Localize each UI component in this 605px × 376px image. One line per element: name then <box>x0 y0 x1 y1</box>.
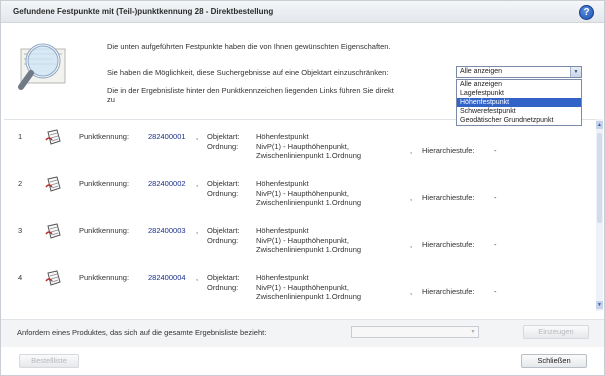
ordnung-label: Ordnung: <box>207 142 239 151</box>
hierarchiestufe-value: - <box>494 287 497 296</box>
separator: , <box>196 132 199 141</box>
punktkennung-link[interactable]: 282400004 <box>148 273 186 282</box>
product-select[interactable]: ▼ <box>351 326 479 338</box>
magnifier-icon <box>18 43 66 90</box>
result-row: 2 Punktkennung: 282400002 , Objektart: H… <box>4 171 596 217</box>
objektart-value: Höhenfestpunkt <box>256 273 309 282</box>
separator: , <box>196 179 199 188</box>
filter-selected-value: Alle anzeigen <box>460 68 503 75</box>
ordnung-value-line2: Zwischenlinienpunkt 1.Ordnung <box>256 151 362 160</box>
intro-text-1: Die unten aufgeführten Festpunkte haben … <box>107 42 391 51</box>
punktkennung-link[interactable]: 282400001 <box>148 132 186 141</box>
ordnung-label: Ordnung: <box>207 236 239 245</box>
einzeugen-button[interactable]: Einzeugen <box>523 325 589 339</box>
ordnung-value: NivP(1) - Haupthöhenpunkt, Zwischenlinien… <box>256 236 361 254</box>
ordnung-label: Ordnung: <box>207 283 239 292</box>
punktkennung-label: Punktkennung: <box>79 273 130 282</box>
bestellliste-button[interactable]: Bestellliste <box>19 354 79 368</box>
hierarchiestufe-value: - <box>494 240 497 249</box>
objektart-label: Objektart: <box>207 226 240 235</box>
document-icon[interactable] <box>45 128 63 146</box>
punktkennung-label: Punktkennung: <box>79 132 130 141</box>
dropdown-option[interactable]: Alle anzeigen <box>457 80 581 89</box>
hierarchiestufe-value: - <box>494 146 497 155</box>
objektart-label: Objektart: <box>207 273 240 282</box>
dropdown-option[interactable]: Lagefestpunkt <box>457 89 581 98</box>
chevron-down-icon[interactable]: ▼ <box>570 67 581 77</box>
chevron-down-icon[interactable]: ▼ <box>468 327 478 337</box>
result-number: 1 <box>18 132 23 141</box>
ordnung-value: NivP(1) - Haupthöhenpunkt, Zwischenlinien… <box>256 189 361 207</box>
separator: , <box>410 287 413 296</box>
separator: , <box>410 240 413 249</box>
dropdown-option-highlighted[interactable]: Höhenfestpunkt <box>457 98 581 107</box>
footer: Bestellliste Schließen <box>1 348 604 375</box>
document-icon[interactable] <box>45 222 63 240</box>
dialog-title: Gefundene Festpunkte mit (Teil-)punktken… <box>13 7 274 16</box>
separator: , <box>196 273 199 282</box>
result-row: 1 Punktkennung: 282400001 , Objektart: H… <box>4 124 596 170</box>
objektart-label: Objektart: <box>207 179 240 188</box>
dropdown-option[interactable]: Schwerefestpunkt <box>457 107 581 116</box>
titlebar: Gefundene Festpunkte mit (Teil-)punktken… <box>1 1 604 23</box>
objektart-value: Höhenfestpunkt <box>256 179 309 188</box>
hierarchiestufe-value: - <box>494 193 497 202</box>
ordnung-value-line1: NivP(1) - Haupthöhenpunkt, <box>256 142 349 151</box>
hierarchiestufe-label: Hierarchiestufe: <box>422 193 475 202</box>
objektart-value: Höhenfestpunkt <box>256 226 309 235</box>
hierarchiestufe-label: Hierarchiestufe: <box>422 240 475 249</box>
document-icon[interactable] <box>45 175 63 193</box>
scroll-down-icon[interactable]: ▼ <box>596 301 603 309</box>
objektart-filter-select[interactable]: Alle anzeigen ▼ <box>456 66 582 78</box>
punktkennung-label: Punktkennung: <box>79 179 130 188</box>
ordnung-label: Ordnung: <box>207 189 239 198</box>
objektart-label: Objektart: <box>207 132 240 141</box>
dialog: Gefundene Festpunkte mit (Teil-)punktken… <box>0 0 605 376</box>
hierarchiestufe-label: Hierarchiestufe: <box>422 146 475 155</box>
schliessen-button[interactable]: Schließen <box>521 354 587 368</box>
intro-text-2: Sie haben die Möglichkeit, diese Sucherg… <box>107 68 389 77</box>
result-number: 2 <box>18 179 23 188</box>
ordnung-value-line1: NivP(1) - Haupthöhenpunkt, <box>256 283 349 292</box>
punktkennung-label: Punktkennung: <box>79 226 130 235</box>
ordnung-value-line1: NivP(1) - Haupthöhenpunkt, <box>256 236 349 245</box>
result-row: 4 Punktkennung: 282400004 , Objektart: H… <box>4 265 596 311</box>
result-row: 3 Punktkennung: 282400003 , Objektart: H… <box>4 218 596 264</box>
help-icon[interactable]: ? <box>579 5 594 20</box>
hierarchiestufe-label: Hierarchiestufe: <box>422 287 475 296</box>
ordnung-value-line2: Zwischenlinienpunkt 1.Ordnung <box>256 292 362 301</box>
ordnung-value-line1: NivP(1) - Haupthöhenpunkt, <box>256 189 349 198</box>
separator: , <box>410 146 413 155</box>
document-icon[interactable] <box>45 269 63 287</box>
separator: , <box>196 226 199 235</box>
intro-text-3b: zu <box>107 95 115 104</box>
intro-text-3: Die in der Ergebnisliste hinter den Punk… <box>107 86 394 95</box>
punktkennung-link[interactable]: 282400002 <box>148 179 186 188</box>
punktkennung-link[interactable]: 282400003 <box>148 226 186 235</box>
ordnung-value-line2: Zwischenlinienpunkt 1.Ordnung <box>256 198 362 207</box>
dropdown-option[interactable]: Geodätischer Grundnetzpunkt <box>457 116 581 125</box>
result-number: 4 <box>18 273 23 282</box>
results-scrollbar[interactable]: ▲ ▼ <box>596 119 603 311</box>
ordnung-value: NivP(1) - Haupthöhenpunkt, Zwischenlinien… <box>256 142 361 160</box>
separator: , <box>410 193 413 202</box>
ordnung-value-line2: Zwischenlinienpunkt 1.Ordnung <box>256 245 362 254</box>
result-number: 3 <box>18 226 23 235</box>
order-product-text: Anfordern eines Produktes, das sich auf … <box>17 328 267 337</box>
results-list: 1 Punktkennung: 282400001 , Objektart: H… <box>4 119 596 311</box>
ordnung-value: NivP(1) - Haupthöhenpunkt, Zwischenlinien… <box>256 283 361 301</box>
scroll-up-icon[interactable]: ▲ <box>596 121 603 129</box>
objektart-dropdown-list: Alle anzeigen Lagefestpunkt Höhenfestpun… <box>456 79 582 126</box>
scrollbar-thumb[interactable] <box>597 133 602 223</box>
objektart-value: Höhenfestpunkt <box>256 132 309 141</box>
order-bar: Anfordern eines Produktes, das sich auf … <box>1 319 604 347</box>
